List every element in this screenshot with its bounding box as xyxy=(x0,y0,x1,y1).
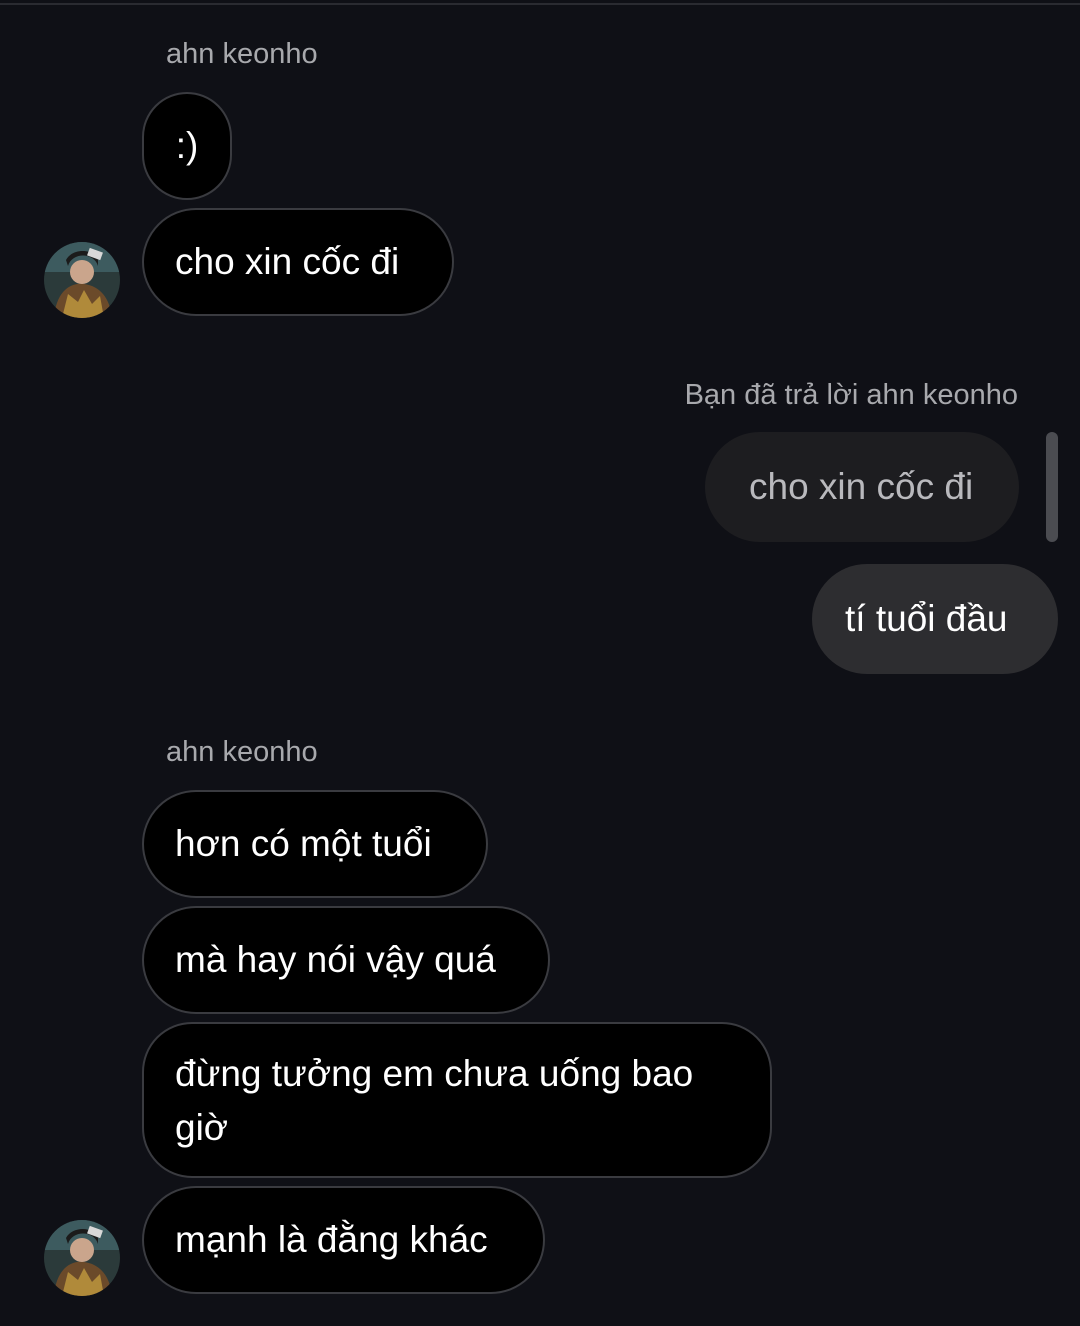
user-avatar-photo-icon xyxy=(44,242,120,318)
avatar[interactable] xyxy=(44,1220,120,1296)
incoming-message[interactable]: mạnh là đằng khác xyxy=(142,1186,545,1294)
message-text: tí tuổi đầu xyxy=(845,598,1008,639)
incoming-message[interactable]: đừng tưởng em chưa uống bao giờ xyxy=(142,1022,772,1178)
outgoing-message[interactable]: tí tuổi đầu xyxy=(812,564,1058,674)
sender-name: ahn keonho xyxy=(166,38,318,70)
message-text: :) xyxy=(175,125,199,166)
incoming-message[interactable]: mà hay nói vậy quá xyxy=(142,906,550,1014)
avatar[interactable] xyxy=(44,242,120,318)
user-avatar-photo-icon xyxy=(44,1220,120,1296)
message-text: đừng tưởng em chưa uống bao giờ xyxy=(175,1053,694,1148)
incoming-message[interactable]: cho xin cốc đi xyxy=(142,208,454,316)
sender-name: ahn keonho xyxy=(166,736,318,768)
scrollbar[interactable] xyxy=(1046,432,1058,542)
incoming-message[interactable]: hơn có một tuổi xyxy=(142,790,488,898)
top-divider xyxy=(0,3,1080,5)
incoming-message[interactable]: :) xyxy=(142,92,232,200)
quoted-text: cho xin cốc đi xyxy=(749,466,974,507)
message-text: mà hay nói vậy quá xyxy=(175,939,496,980)
message-text: hơn có một tuổi xyxy=(175,823,432,864)
message-text: cho xin cốc đi xyxy=(175,241,400,282)
message-text: mạnh là đằng khác xyxy=(175,1219,488,1260)
quoted-message[interactable]: cho xin cốc đi xyxy=(705,432,1019,542)
reply-label: Bạn đã trả lời ahn keonho xyxy=(684,379,1018,411)
